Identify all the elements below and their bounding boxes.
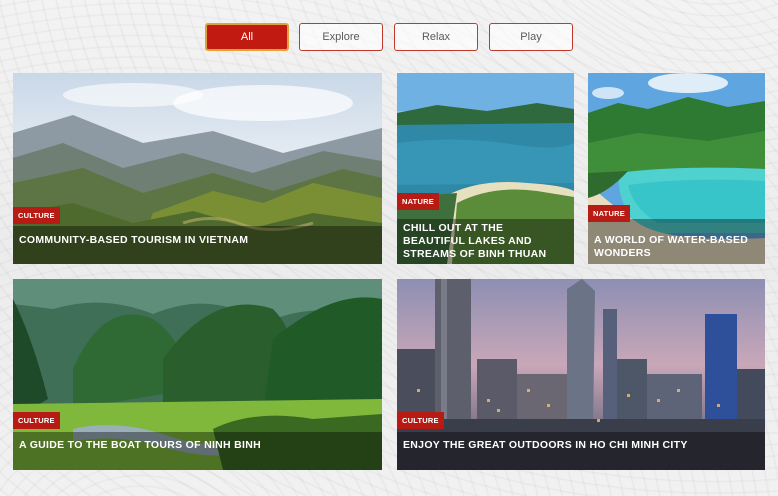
category-badge: CULTURE xyxy=(13,412,60,429)
filter-relax-button[interactable]: Relax xyxy=(394,23,478,51)
category-badge: NATURE xyxy=(397,193,439,210)
article-card-binh-thuan-lakes[interactable]: NATURE CHILL OUT AT THE BEAUTIFUL LAKES … xyxy=(397,73,574,264)
category-badge: NATURE xyxy=(588,205,630,222)
article-card-ho-chi-minh-city[interactable]: CULTURE ENJOY THE GREAT OUTDOORS IN HO C… xyxy=(397,279,765,470)
filter-bar: All Explore Relax Play xyxy=(0,23,778,53)
article-title[interactable]: A WORLD OF WATER-BASED WONDERS xyxy=(594,234,759,260)
category-badge: CULTURE xyxy=(13,207,60,224)
filter-explore-button[interactable]: Explore xyxy=(299,23,383,51)
article-title[interactable]: CHILL OUT AT THE BEAUTIFUL LAKES AND STR… xyxy=(403,222,568,261)
article-title[interactable]: A GUIDE TO THE BOAT TOURS OF NINH BINH xyxy=(19,439,376,452)
filter-play-button[interactable]: Play xyxy=(489,23,573,51)
category-badge: CULTURE xyxy=(397,412,444,429)
article-title[interactable]: COMMUNITY-BASED TOURISM IN VIETNAM xyxy=(19,234,376,247)
article-card-water-wonders[interactable]: NATURE A WORLD OF WATER-BASED WONDERS xyxy=(588,73,765,264)
article-card-ninh-binh[interactable]: CULTURE A GUIDE TO THE BOAT TOURS OF NIN… xyxy=(13,279,382,470)
article-title[interactable]: ENJOY THE GREAT OUTDOORS IN HO CHI MINH … xyxy=(403,439,759,452)
article-card-community-tourism[interactable]: CULTURE COMMUNITY-BASED TOURISM IN VIETN… xyxy=(13,73,382,264)
filter-all-button[interactable]: All xyxy=(205,23,289,51)
